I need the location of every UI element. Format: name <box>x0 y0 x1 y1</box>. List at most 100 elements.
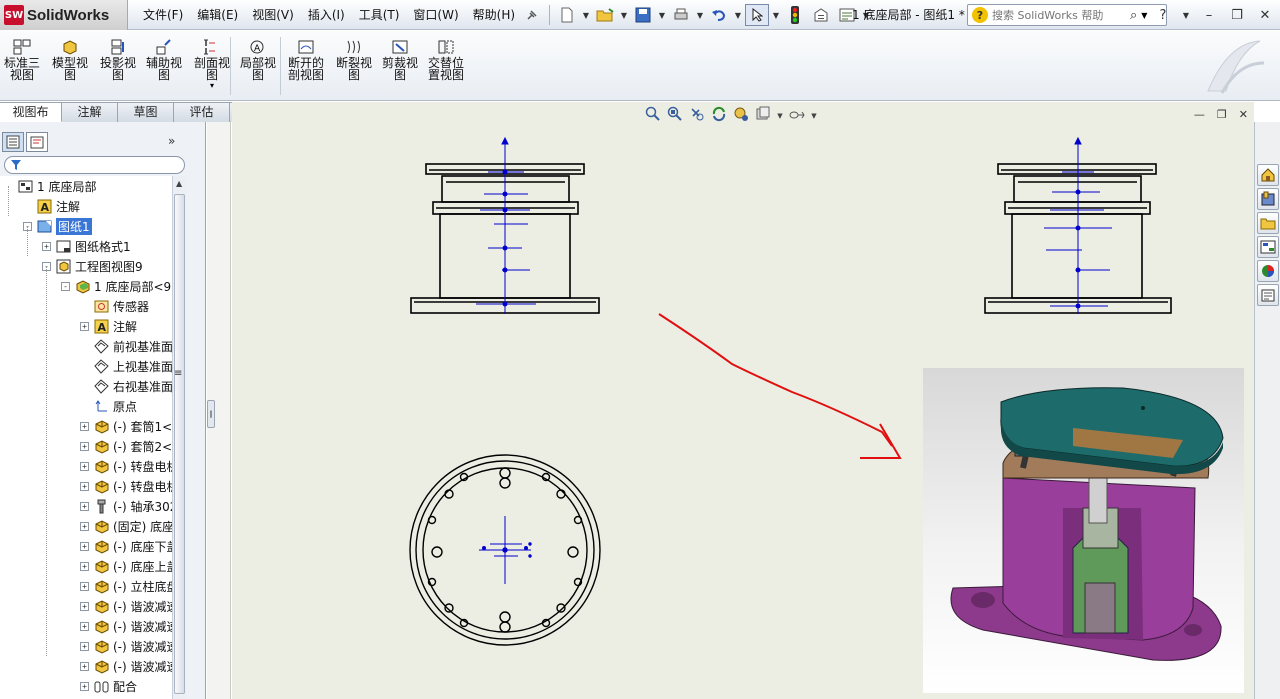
tree-item[interactable]: 右视基准面 <box>80 376 172 396</box>
design-library-icon[interactable] <box>1257 188 1279 210</box>
tree-item[interactable]: + (-) 底座上盖 <box>80 556 172 576</box>
alternate-position-button[interactable]: 交替位 置视图 <box>424 39 468 81</box>
tree-item[interactable]: 前视基准面 <box>80 336 172 356</box>
tree-item[interactable]: A 注解 <box>23 196 80 216</box>
tree-item[interactable]: + (-) 转盘电机 <box>80 476 172 496</box>
tree-expander-icon[interactable]: + <box>80 681 89 691</box>
section-view-button[interactable]: 剖面视 图 ▾ <box>190 39 234 90</box>
tree-item[interactable]: - 工程图视图9 <box>42 256 143 276</box>
broken-section-button[interactable]: 断开的 剖视图 <box>284 39 328 81</box>
menu-item-5[interactable]: 窗口(W) <box>406 4 465 26</box>
scrollbar-thumb[interactable] <box>174 194 185 694</box>
tree-item[interactable]: + (固定) 底座< <box>80 516 172 536</box>
search-dropdown-icon[interactable]: ▼ <box>1141 11 1147 20</box>
tree-expander-icon[interactable]: + <box>80 521 89 531</box>
save-dropdown-icon[interactable]: ▼ <box>657 4 667 26</box>
panel-splitter[interactable]: ‖ <box>207 122 231 699</box>
minimize-icon[interactable]: – <box>1200 8 1218 23</box>
tab-1[interactable]: 注解 <box>62 102 118 122</box>
open-folder-icon[interactable] <box>593 4 617 26</box>
tree-expander-icon[interactable]: + <box>80 321 89 331</box>
tree-expander-icon[interactable]: + <box>80 661 89 671</box>
tree-item[interactable]: + (-) 转盘电机 <box>80 456 172 476</box>
appearance-icon[interactable] <box>1257 260 1279 282</box>
tree-expander-icon[interactable]: + <box>80 501 89 511</box>
section-view-dropdown-icon[interactable]: ▾ <box>210 81 214 90</box>
tab-0[interactable]: 视图布局 <box>0 102 62 138</box>
detail-view-button[interactable]: A 局部视 图 <box>236 39 280 81</box>
tree-expander-icon[interactable]: - <box>61 281 70 291</box>
menu-item-0[interactable]: 文件(F) <box>136 4 190 26</box>
file-properties-icon[interactable] <box>809 4 833 26</box>
tab-3[interactable]: 评估 <box>174 102 230 122</box>
help-search-box[interactable]: ? ⌕ ▼ <box>967 4 1167 26</box>
property-manager-tab[interactable] <box>26 132 48 152</box>
tree-expander-icon[interactable]: + <box>80 421 89 431</box>
tree-item[interactable]: + 配合 <box>80 676 137 696</box>
search-icon[interactable]: ⌕ <box>1130 8 1137 23</box>
menu-item-1[interactable]: 编辑(E) <box>190 4 245 26</box>
file-explorer-icon[interactable] <box>1257 212 1279 234</box>
undo-icon[interactable] <box>707 4 731 26</box>
save-icon[interactable] <box>631 4 655 26</box>
tree-expander-icon[interactable]: + <box>80 541 89 551</box>
scroll-up-icon[interactable]: ▲ <box>176 179 182 188</box>
tree-item[interactable]: + 图纸格式1 <box>42 236 131 256</box>
print-icon[interactable] <box>669 4 693 26</box>
open-dropdown-icon[interactable]: ▼ <box>619 4 629 26</box>
tree-item[interactable]: - 1 底座局部<9> <box>61 276 172 296</box>
menu-item-6[interactable]: 帮助(H) <box>466 4 522 26</box>
rebuild-traffic-light-icon[interactable] <box>783 4 807 26</box>
tree-item[interactable]: + A 注解 <box>80 316 137 336</box>
tree-item[interactable]: 原点 <box>80 396 137 416</box>
menu-item-4[interactable]: 工具(T) <box>352 4 407 26</box>
auxiliary-view-button[interactable]: 辅助视 图 <box>142 39 186 81</box>
tree-expander-icon[interactable]: + <box>80 561 89 571</box>
undo-dropdown-icon[interactable]: ▼ <box>733 4 743 26</box>
tree-expander-icon[interactable]: + <box>80 481 89 491</box>
projected-view-button[interactable]: 投影视 图 <box>96 39 140 81</box>
tree-item[interactable]: 1 底座局部 <box>4 176 96 196</box>
tree-filter-input[interactable] <box>4 156 185 174</box>
home-icon[interactable] <box>1257 164 1279 186</box>
print-dropdown-icon[interactable]: ▼ <box>695 4 705 26</box>
tab-2[interactable]: 草图 <box>118 102 174 122</box>
tree-expander-icon[interactable]: + <box>42 241 51 251</box>
tree-item[interactable]: + (-) 谐波减速 <box>80 656 172 676</box>
help-dropdown-icon[interactable]: ▼ <box>1182 11 1190 20</box>
tree-item[interactable]: + (-) 套筒2<1> <box>80 436 172 456</box>
tree-expander-icon[interactable]: + <box>80 601 89 611</box>
pin-icon[interactable] <box>520 4 544 26</box>
new-document-icon[interactable] <box>555 4 579 26</box>
custom-properties-icon[interactable] <box>1257 284 1279 306</box>
tree-item[interactable]: + (-) 轴承3022 <box>80 496 172 516</box>
tree-item[interactable]: + (-) 谐波减速 <box>80 636 172 656</box>
standard-3-view-button[interactable]: 标准三 视图 <box>0 39 44 81</box>
tree-expander-icon[interactable]: + <box>80 581 89 591</box>
menu-item-3[interactable]: 插入(I) <box>301 4 352 26</box>
help-icon[interactable]: ? <box>1154 8 1172 23</box>
feature-manager-tab[interactable] <box>2 132 24 152</box>
tree-item[interactable]: + (-) 套筒1<1> <box>80 416 172 436</box>
tree-expander-icon[interactable]: + <box>80 621 89 631</box>
menu-item-2[interactable]: 视图(V) <box>245 4 301 26</box>
tree-expander-icon[interactable]: + <box>80 441 89 451</box>
tree-expander-icon[interactable]: + <box>80 461 89 471</box>
tree-item[interactable]: + (-) 立柱底盘 <box>80 576 172 596</box>
chevron-right-icon[interactable]: » <box>168 134 175 148</box>
crop-view-button[interactable]: 剪裁视 图 <box>378 39 422 81</box>
break-button[interactable]: 断裂视 图 <box>332 39 376 81</box>
new-dropdown-icon[interactable]: ▼ <box>581 4 591 26</box>
solidworks-logo[interactable]: SW SolidWorks <box>0 0 128 30</box>
drawing-sheet[interactable]: ▼ ▼ — ❐ ✕ <box>232 102 1254 699</box>
view-palette-icon[interactable] <box>1257 236 1279 258</box>
tree-item[interactable]: - 图纸1 <box>23 216 92 236</box>
tree-expander-icon[interactable]: + <box>80 641 89 651</box>
select-arrow-icon[interactable] <box>745 4 769 26</box>
tree-item[interactable]: + (-) 谐波减速 <box>80 596 172 616</box>
close-icon[interactable]: ✕ <box>1256 8 1274 23</box>
tree-scrollbar[interactable]: ▲ <box>172 176 186 699</box>
restore-icon[interactable]: ❐ <box>1228 8 1246 23</box>
model-view-button[interactable]: 模型视 图 <box>48 39 92 81</box>
tree-item[interactable]: 传感器 <box>80 296 149 316</box>
